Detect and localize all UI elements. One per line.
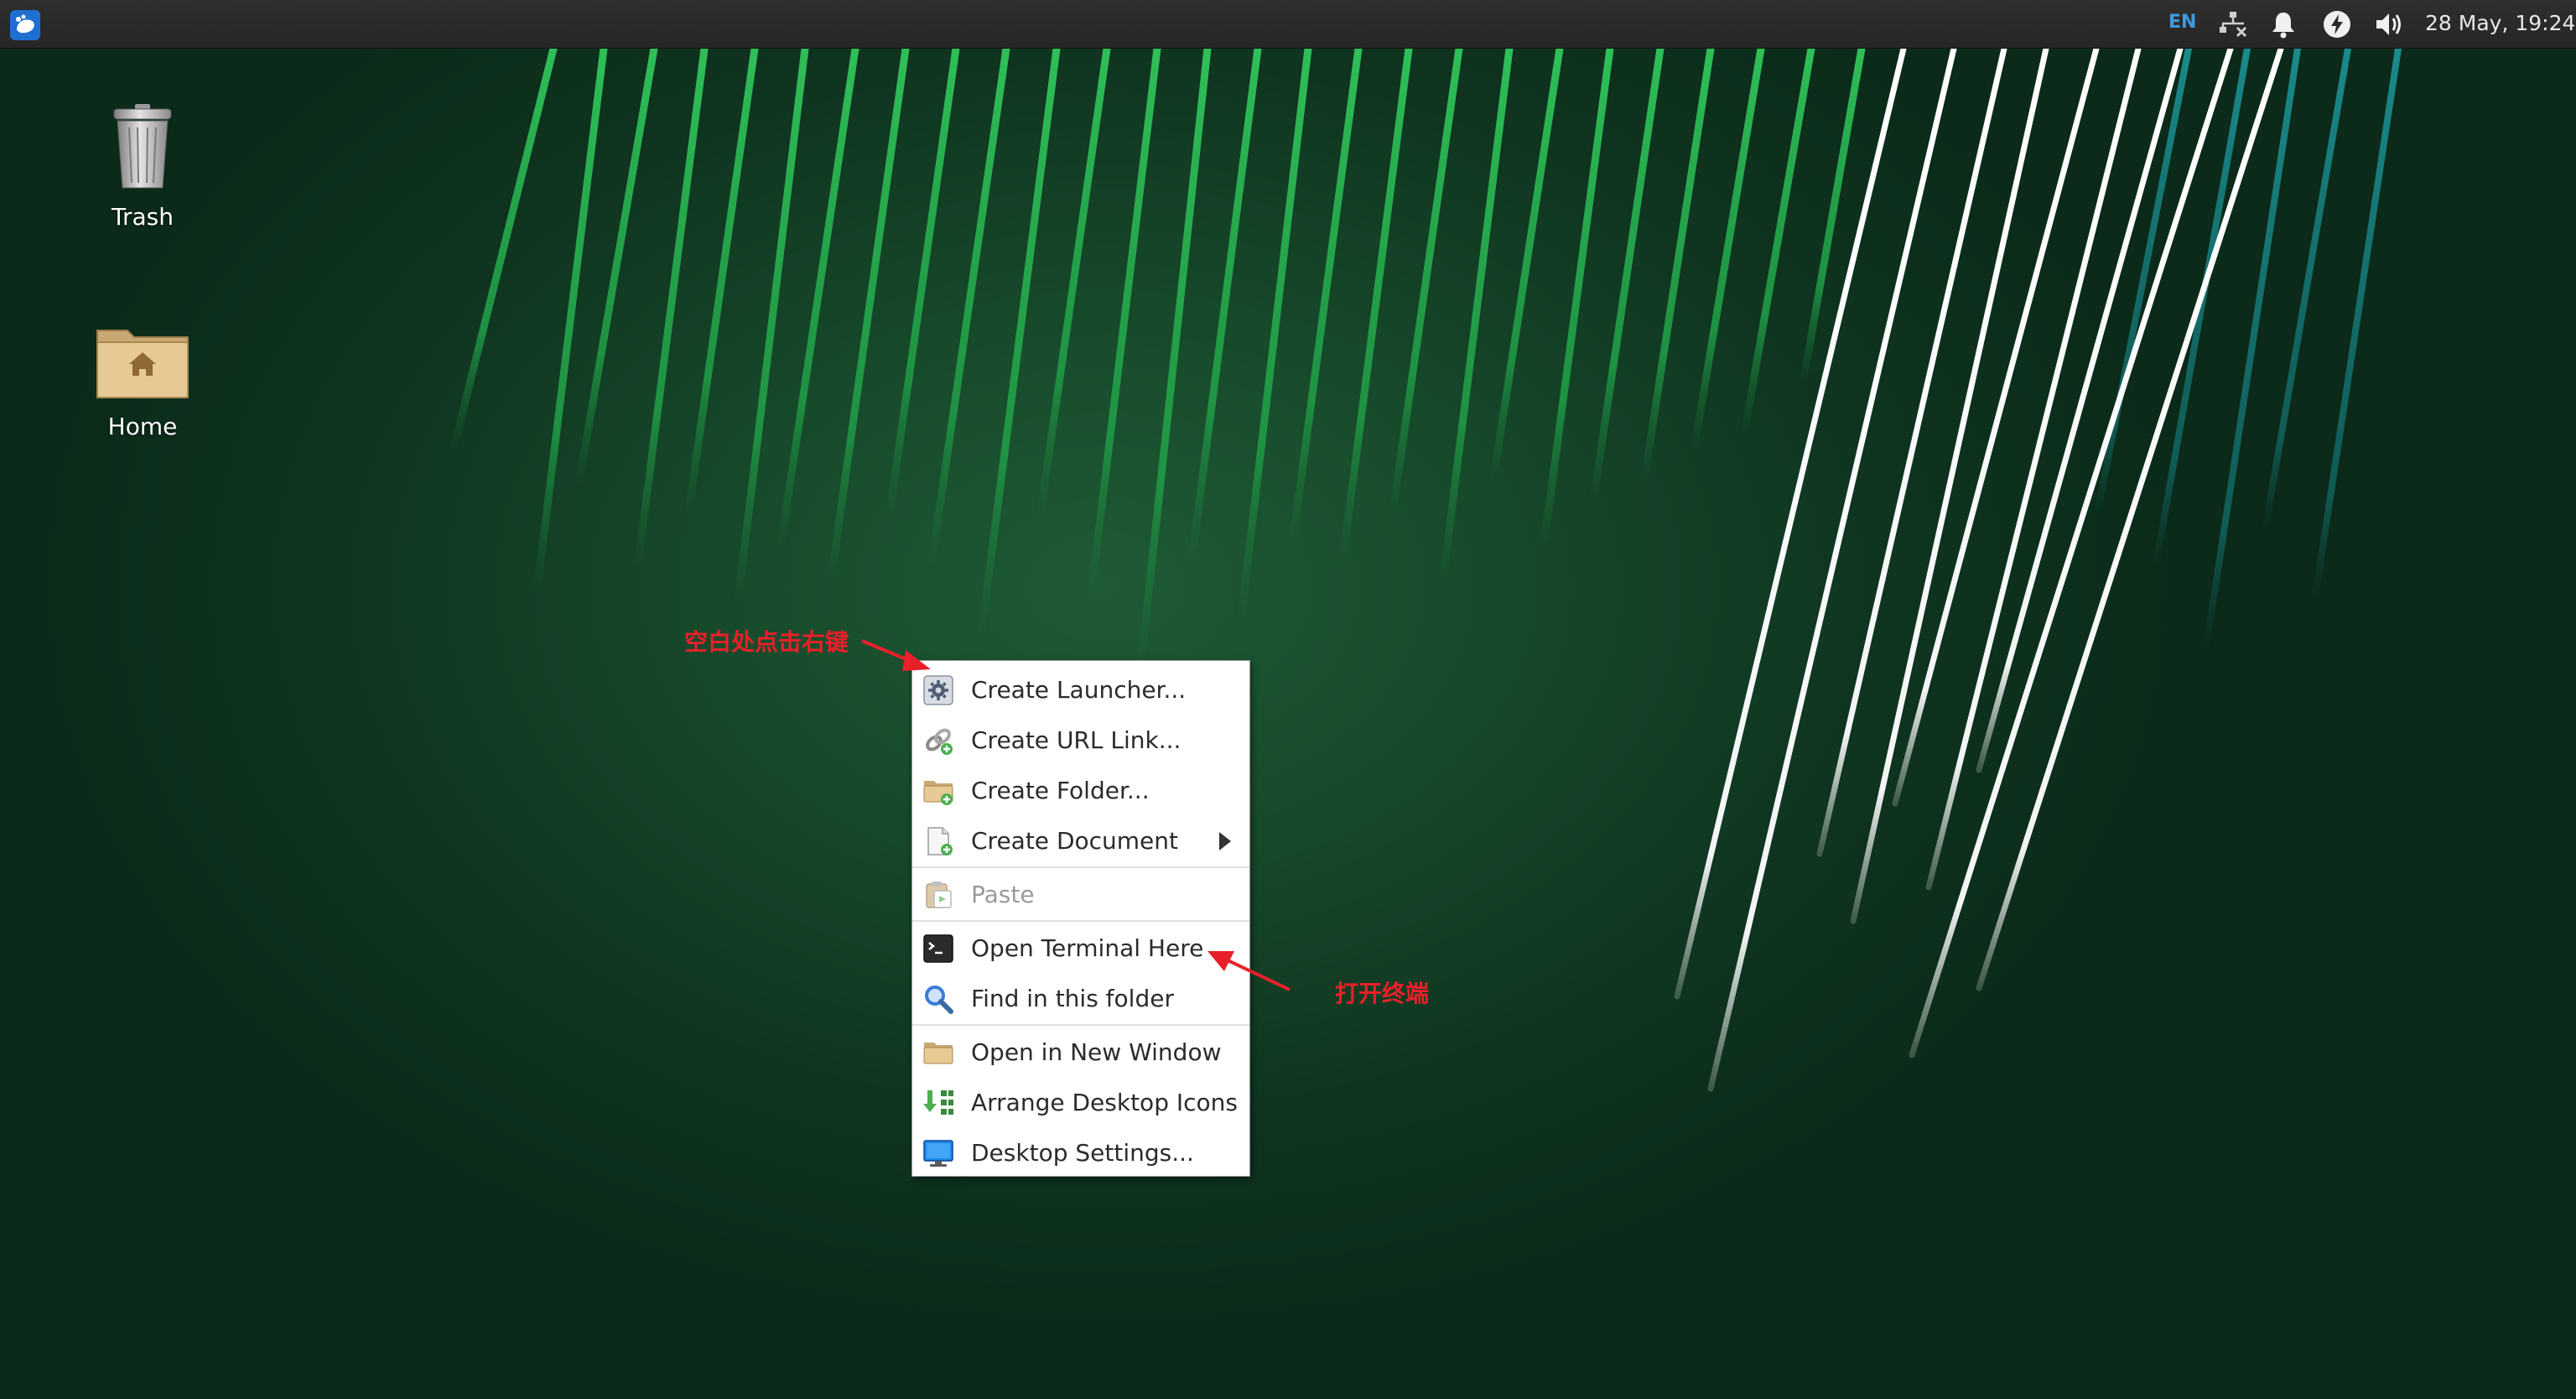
desktop-wallpaper[interactable] (0, 49, 2576, 1399)
annotation-open-terminal: 打开终端 (1335, 980, 1430, 1007)
menu-item-label: Paste (971, 880, 1035, 908)
menu-item-label: Create Launcher... (971, 675, 1187, 704)
power-icon[interactable] (2321, 9, 2353, 39)
search-icon (925, 986, 953, 1014)
menu-item-create-folder[interactable]: Create Folder... (912, 765, 1249, 815)
top-panel: EN 28 May, 19:24 (0, 0, 2576, 49)
desktop-icon-label: Home (107, 413, 178, 440)
annotation-right-click: 空白处点击右键 (684, 628, 849, 656)
menu-separator (912, 866, 1249, 868)
language-indicator[interactable]: EN (2168, 12, 2196, 60)
menu-separator (912, 920, 1249, 922)
folder-icon (923, 1043, 953, 1064)
menu-item-paste[interactable]: Paste (912, 869, 1249, 919)
menu-item-find-in-folder[interactable]: Find in this folder (912, 973, 1249, 1023)
menu-item-open-new-window[interactable]: Open in New Window (912, 1027, 1249, 1077)
menu-item-label: Open Terminal Here (971, 934, 1204, 962)
link-icon (926, 728, 953, 755)
volume-icon[interactable] (2373, 9, 2405, 39)
menu-separator (912, 1024, 1249, 1026)
desktop-icon-trash[interactable]: Trash (84, 101, 201, 231)
home-folder-icon (96, 330, 189, 398)
menu-item-label: Arrange Desktop Icons (971, 1088, 1238, 1116)
paste-icon (926, 882, 952, 908)
menu-item-label: Create URL Link... (971, 726, 1182, 754)
desktop-icon-label: Trash (112, 203, 174, 231)
desktop-context-menu: Create Launcher... Create URL Link... Cr… (911, 660, 1250, 1177)
submenu-arrow-icon (1219, 832, 1231, 850)
menu-item-arrange-desktop-icons[interactable]: Arrange Desktop Icons (912, 1077, 1249, 1127)
menu-item-label: Open in New Window (971, 1038, 1222, 1066)
trash-icon (113, 104, 172, 189)
notification-bell-icon[interactable] (2267, 9, 2299, 39)
menu-item-create-url-link[interactable]: Create URL Link... (912, 715, 1249, 765)
menu-item-create-launcher[interactable]: Create Launcher... (912, 664, 1249, 715)
desktop-icon-home[interactable]: Home (84, 319, 201, 440)
new-document-icon (927, 827, 953, 856)
menu-item-open-terminal-here[interactable]: Open Terminal Here (912, 923, 1249, 973)
menu-item-create-document[interactable]: Create Document (912, 815, 1249, 866)
menu-item-label: Create Document (971, 826, 1178, 855)
display-icon (923, 1140, 953, 1167)
gear-icon (923, 675, 953, 705)
menu-item-label: Find in this folder (971, 984, 1174, 1012)
xfce-mouse-icon[interactable] (8, 8, 42, 42)
network-disconnected-icon[interactable] (2217, 9, 2249, 39)
panel-clock[interactable]: 28 May, 19:24 (2425, 11, 2575, 35)
menu-item-desktop-settings[interactable]: Desktop Settings... (912, 1127, 1249, 1178)
arrange-icon (923, 1090, 953, 1115)
terminal-icon (923, 934, 953, 963)
new-folder-icon (923, 781, 953, 805)
menu-item-label: Create Folder... (971, 776, 1150, 804)
menu-item-label: Desktop Settings... (971, 1138, 1194, 1167)
